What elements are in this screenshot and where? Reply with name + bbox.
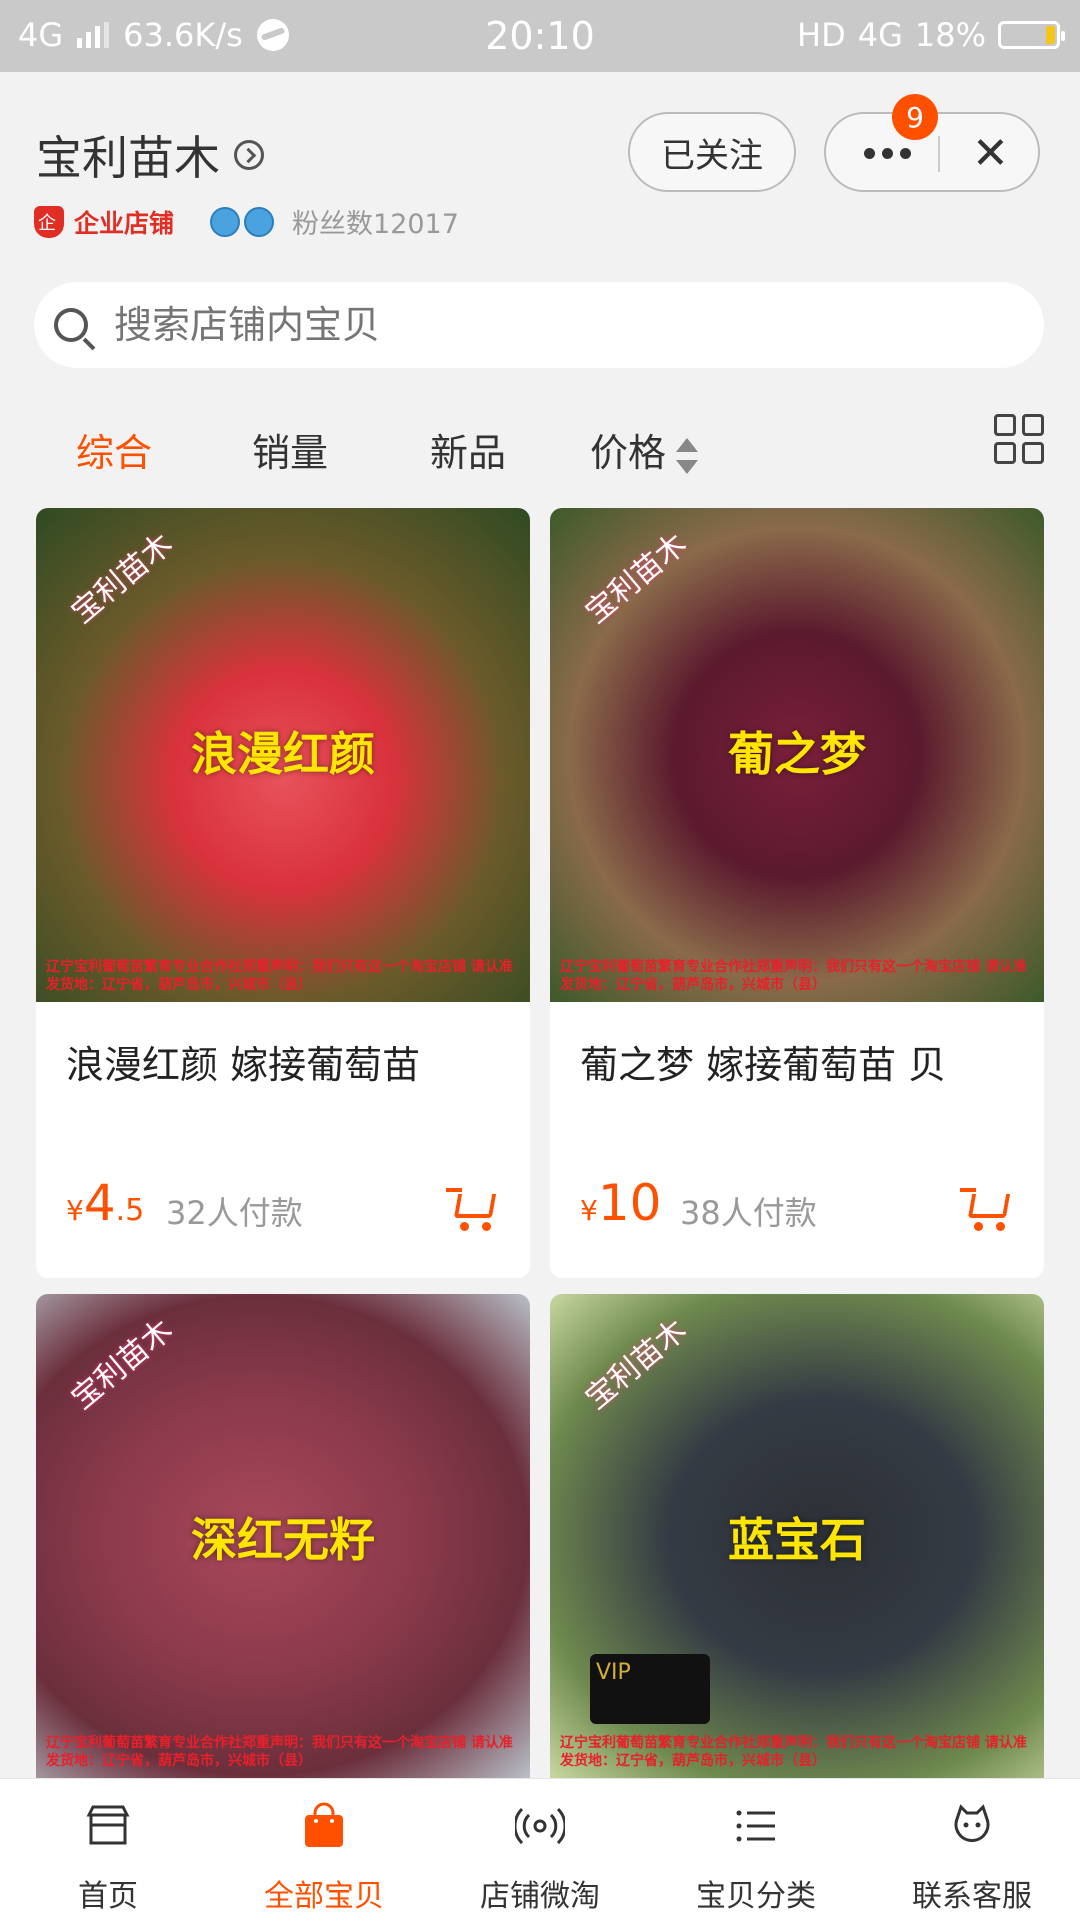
follow-button[interactable]: 已关注: [628, 112, 796, 192]
divider: [938, 136, 940, 172]
broadcast-icon: [515, 1807, 565, 1845]
bag-icon: [305, 1802, 343, 1847]
product-image-label: 浪漫红颜: [191, 727, 375, 781]
product-image-label: 葡之梦: [728, 727, 866, 781]
shop-meta: 企业店铺 粉丝数12017: [34, 202, 459, 241]
product-image-label: 蓝宝石: [728, 1513, 866, 1567]
image-fine-print: 辽宁宝利葡萄苗繁育专业合作社郑重声明：我们只有这一个淘宝店铺 请认准发货地：辽宁…: [46, 959, 513, 993]
nav-label: 全部宝贝: [264, 1879, 384, 1914]
nav-all-items[interactable]: 全部宝贝: [216, 1779, 432, 1921]
watermark: 宝利苗木: [579, 1312, 694, 1417]
nav-label: 宝贝分类: [696, 1879, 816, 1914]
hd-indicator: HD: [797, 16, 846, 54]
product-price: ¥10: [580, 1174, 661, 1232]
service-icon: [954, 1804, 990, 1842]
tab-price-label: 价格: [590, 431, 667, 475]
tab-new[interactable]: 新品: [430, 422, 506, 477]
battery-icon: [998, 21, 1065, 49]
tab-sales[interactable]: 销量: [252, 422, 328, 477]
product-image[interactable]: 宝利苗木 葡之梦 辽宁宝利葡萄苗繁育专业合作社郑重声明：我们只有这一个淘宝店铺 …: [550, 508, 1044, 1002]
currency-symbol: ¥: [66, 1194, 84, 1227]
product-card[interactable]: 宝利苗木 浪漫红颜 辽宁宝利葡萄苗繁育专业合作社郑重声明：我们只有这一个淘宝店铺…: [36, 508, 530, 1278]
product-title[interactable]: 葡之梦 嫁接葡萄苗 贝: [580, 1034, 946, 1089]
cart-icon[interactable]: [960, 1188, 1012, 1234]
nav-weitao[interactable]: 店铺微淘: [432, 1779, 648, 1921]
nav-label: 店铺微淘: [480, 1879, 600, 1914]
product-card[interactable]: 宝利苗木 葡之梦 辽宁宝利葡萄苗繁育专业合作社郑重声明：我们只有这一个淘宝店铺 …: [550, 508, 1044, 1278]
product-image[interactable]: 宝利苗木 蓝宝石 VIP 辽宁宝利葡萄苗繁育专业合作社郑重声明：我们只有这一个淘…: [550, 1294, 1044, 1778]
shop-rating: [210, 206, 275, 237]
shop-title[interactable]: 宝利苗木: [36, 122, 264, 188]
watermark: 宝利苗木: [65, 1312, 180, 1417]
product-title[interactable]: 浪漫红颜 嫁接葡萄苗: [66, 1034, 420, 1089]
search-input[interactable]: [112, 302, 916, 348]
nav-home[interactable]: 首页: [0, 1779, 216, 1921]
more-icon[interactable]: [864, 148, 911, 159]
enterprise-shield-icon: [34, 205, 64, 238]
grid-view-icon[interactable]: [994, 414, 1044, 464]
capsule-menu: 9 ✕: [824, 94, 1040, 192]
status-bar: 4G 63.6K/s 20:10 HD 4G 18%: [0, 0, 1080, 72]
sales-count: 38人付款: [680, 1194, 817, 1232]
vip-card: VIP: [590, 1654, 710, 1724]
watermark: 宝利苗木: [65, 526, 180, 631]
sales-count: 32人付款: [166, 1194, 303, 1232]
sort-arrows-icon: [676, 436, 699, 476]
product-image[interactable]: 宝利苗木 浪漫红颜 辽宁宝利葡萄苗繁育专业合作社郑重声明：我们只有这一个淘宝店铺…: [36, 508, 530, 1002]
crown-icon: [210, 206, 241, 237]
product-image[interactable]: 宝利苗木 深红无籽 辽宁宝利葡萄苗繁育专业合作社郑重声明：我们只有这一个淘宝店铺…: [36, 1294, 530, 1778]
nav-label: 首页: [78, 1879, 138, 1914]
tab-comprehensive[interactable]: 综合: [76, 422, 152, 477]
search-bar[interactable]: [34, 282, 1044, 368]
price-integer: 10: [597, 1174, 662, 1232]
product-image-label: 深红无籽: [191, 1513, 375, 1567]
battery-percent: 18%: [914, 16, 986, 54]
image-fine-print: 辽宁宝利葡萄苗繁育专业合作社郑重声明：我们只有这一个淘宝店铺 请认准发货地：辽宁…: [560, 1735, 1027, 1769]
bottom-nav: 首页 全部宝贝 店铺微淘 宝贝分类 联系客服: [0, 1778, 1080, 1921]
fans-count: 粉丝数12017: [292, 209, 459, 240]
chevron-right-icon: [234, 140, 264, 170]
product-card[interactable]: 宝利苗木 蓝宝石 VIP 辽宁宝利葡萄苗繁育专业合作社郑重声明：我们只有这一个淘…: [550, 1294, 1044, 1778]
nav-label: 联系客服: [912, 1879, 1032, 1914]
shop-icon: [86, 1805, 130, 1845]
watermark: 宝利苗木: [579, 526, 694, 631]
price-decimal: .5: [115, 1193, 145, 1228]
currency-symbol: ¥: [580, 1194, 598, 1227]
notification-badge: 9: [892, 94, 938, 140]
network-type-2: 4G: [857, 16, 903, 54]
nav-categories[interactable]: 宝贝分类: [648, 1779, 864, 1921]
cart-icon[interactable]: [446, 1188, 498, 1234]
list-icon: [736, 1810, 775, 1842]
search-icon: [54, 308, 88, 342]
enterprise-label: 企业店铺: [74, 208, 175, 238]
shop-name: 宝利苗木: [36, 131, 220, 185]
sort-tabs: 综合 销量 新品 价格: [0, 412, 1080, 492]
image-fine-print: 辽宁宝利葡萄苗繁育专业合作社郑重声明：我们只有这一个淘宝店铺 请认准发货地：辽宁…: [560, 959, 1027, 993]
image-fine-print: 辽宁宝利葡萄苗繁育专业合作社郑重声明：我们只有这一个淘宝店铺 请认准发货地：辽宁…: [46, 1735, 513, 1769]
price-integer: 4: [83, 1174, 116, 1232]
shop-header: 宝利苗木 已关注 9 ✕ 企业店铺 粉丝数12017 综合 销量 新品 价格: [0, 72, 1080, 500]
tab-price[interactable]: 价格: [590, 422, 699, 477]
product-card[interactable]: 宝利苗木 深红无籽 辽宁宝利葡萄苗繁育专业合作社郑重声明：我们只有这一个淘宝店铺…: [36, 1294, 530, 1778]
product-price: ¥4.5: [66, 1174, 144, 1232]
close-icon[interactable]: ✕: [972, 130, 1009, 178]
nav-customer-service[interactable]: 联系客服: [864, 1779, 1080, 1921]
crown-icon: [244, 206, 275, 237]
